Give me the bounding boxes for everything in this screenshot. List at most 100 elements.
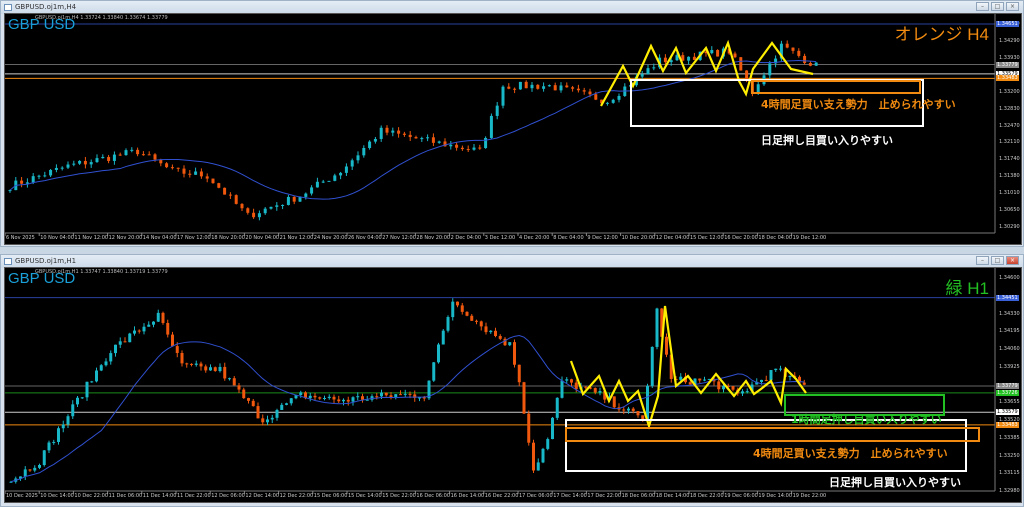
bull-candle	[555, 397, 559, 418]
time-axis-label: 15 Dec 06:00	[313, 493, 348, 499]
bear-candle	[176, 167, 180, 169]
price-tag: 1.33579	[996, 409, 1019, 416]
bear-candle	[237, 385, 241, 390]
time-axis-label: 16 Dec 14:00	[450, 493, 485, 499]
bear-candle	[199, 171, 203, 177]
bear-candle	[507, 86, 511, 89]
price-axis-label: 1.34195	[999, 328, 1020, 335]
bull-candle	[37, 175, 41, 177]
bear-candle	[20, 180, 24, 184]
bull-candle	[112, 154, 116, 161]
bull-candle	[60, 167, 64, 169]
price-tag: 1.33726	[996, 389, 1019, 396]
bear-candle	[389, 395, 393, 398]
minimize-button[interactable]: –	[976, 256, 989, 265]
time-axis-label: 8 Dec 04:00	[553, 235, 584, 241]
bear-candle	[397, 130, 401, 134]
time-axis-label: 21 Nov 12:00	[279, 235, 314, 241]
time-axis-label: 28 Nov 20:00	[416, 235, 451, 241]
bear-candle	[532, 442, 535, 471]
time-axis-label: 10 Nov 04:00	[40, 235, 74, 241]
bull-candle	[617, 95, 621, 100]
bull-candle	[559, 85, 563, 91]
bear-candle	[631, 408, 635, 412]
bull-candle	[109, 353, 113, 362]
bear-candle	[582, 90, 586, 92]
bear-candle	[141, 154, 145, 156]
bull-candle	[281, 204, 285, 206]
time-axis-label: 18 Dec 14:00	[655, 493, 690, 499]
bear-candle	[588, 91, 592, 95]
price-axis-label: 1.34600	[999, 275, 1020, 281]
bear-candle	[479, 321, 483, 327]
minimize-button[interactable]: –	[976, 2, 989, 11]
maximize-button[interactable]: □	[991, 256, 1004, 265]
bear-candle	[527, 413, 531, 443]
bull-candle	[551, 417, 554, 440]
bull-candle	[356, 155, 360, 161]
close-button[interactable]: ×	[1006, 2, 1019, 11]
bull-candle	[66, 416, 70, 425]
bull-candle	[403, 393, 407, 395]
time-axis-label: 12 Dec 06:00	[211, 493, 245, 499]
bear-candle	[123, 341, 127, 343]
bull-candle	[33, 467, 37, 471]
h1-chart-area[interactable]: GBPUSD.oj1m,H1 1.33747 1.33840 1.33719 1…	[4, 267, 1022, 503]
timeframe-label: オレンジ H4	[894, 25, 989, 44]
bull-candle	[546, 439, 550, 449]
bull-candle	[394, 394, 398, 398]
h4-chart-area[interactable]: GBPUSD.oj1m,H4 1.33724 1.33840 1.33674 1…	[4, 13, 1022, 245]
bull-candle	[269, 206, 273, 209]
bear-candle	[524, 81, 528, 89]
bear-candle	[199, 363, 203, 367]
bear-candle	[641, 415, 645, 420]
bear-candle	[251, 400, 255, 407]
time-axis-label: 12 Dec 14:00	[245, 493, 280, 499]
bear-candle	[171, 334, 174, 347]
price-axis-label: 1.33200	[999, 88, 1020, 95]
bull-candle	[52, 441, 56, 443]
maximize-button[interactable]: □	[991, 2, 1004, 11]
bull-candle	[339, 172, 343, 176]
time-axis-label: 11 Nov 12:00	[74, 235, 109, 241]
bull-candle	[270, 417, 274, 420]
price-axis-label: 1.33925	[999, 363, 1020, 370]
bear-candle	[665, 336, 668, 355]
bull-candle	[542, 86, 546, 89]
bear-candle	[166, 322, 170, 335]
bear-candle	[584, 386, 588, 388]
bull-candle	[257, 213, 261, 218]
bear-candle	[217, 183, 221, 188]
bull-candle	[379, 127, 383, 139]
bull-candle	[42, 450, 46, 466]
time-axis-label: 27 Nov 12:00	[382, 235, 416, 241]
bull-candle	[323, 397, 326, 399]
bear-candle	[153, 154, 157, 160]
h4-orange-zone-note: 4時間足買い支え勢力 止められやすい	[761, 98, 956, 111]
bear-candle	[571, 87, 575, 89]
bull-candle	[652, 67, 656, 69]
bull-candle	[142, 326, 146, 332]
price-tag: 1.34651	[996, 20, 1019, 27]
bull-candle	[76, 397, 79, 405]
bull-candle	[101, 156, 105, 159]
price-tag: 1.34451	[996, 294, 1019, 301]
bull-candle	[114, 344, 117, 354]
bull-candle	[451, 301, 455, 318]
time-axis-label: 17 Nov 12:00	[177, 235, 211, 241]
price-tag: 1.33483	[996, 75, 1019, 82]
bull-candle	[49, 169, 53, 176]
bear-candle	[739, 57, 743, 71]
bull-candle	[611, 99, 615, 103]
close-button[interactable]: ×	[1006, 256, 1019, 265]
time-axis-label: 19 Dec 12:00	[792, 235, 827, 241]
bull-candle	[78, 160, 82, 164]
bear-candle	[576, 88, 580, 91]
bear-candle	[498, 336, 502, 339]
bull-candle	[560, 380, 564, 398]
time-axis-label: 16 Dec 06:00	[416, 493, 451, 499]
bull-candle	[99, 365, 103, 371]
bull-candle	[104, 361, 108, 366]
price-axis-label: 1.31380	[999, 173, 1020, 180]
time-axis-label: 18 Dec 06:00	[621, 493, 656, 499]
